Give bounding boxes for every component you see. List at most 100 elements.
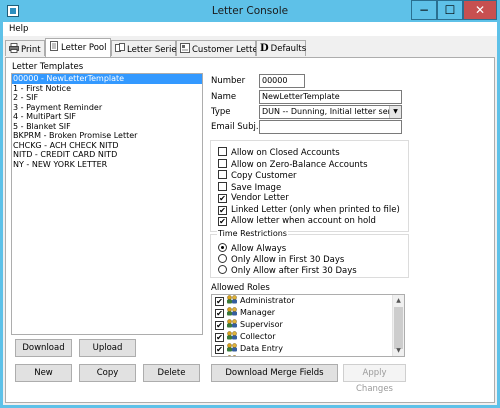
role-list-item[interactable]: ✔ Supervisor xyxy=(212,319,404,331)
name-field[interactable]: NewLetterTemplate xyxy=(259,90,402,104)
option-label: Copy Customer xyxy=(231,171,297,181)
role-users-icon xyxy=(226,343,238,352)
radio-first-30-days[interactable]: Only Allow in First 30 Days xyxy=(218,254,345,265)
template-list-item[interactable]: CHCKG - ACH CHECK NITD xyxy=(12,141,202,151)
tab-customer-letters[interactable]: Customer Letters xyxy=(176,40,266,56)
tab-defaults[interactable]: D Defaults xyxy=(256,40,306,56)
option-checkbox-row[interactable]: Save Image xyxy=(218,181,282,193)
letter-pool-panel: Letter Templates 00000 - NewLetterTempla… xyxy=(5,57,495,403)
option-label: Linked Letter (only when printed to file… xyxy=(231,204,400,215)
printer-icon xyxy=(9,43,19,53)
checkbox[interactable]: ✔ xyxy=(218,217,227,226)
template-list-item[interactable]: NITD - CREDIT CARD NITD xyxy=(12,150,202,160)
option-checkbox-row[interactable]: Allow on Zero-Balance Accounts xyxy=(218,158,368,170)
role-list-item[interactable]: ✔ Data Entry xyxy=(212,343,404,355)
option-checkbox-row[interactable]: ✔ Linked Letter (only when printed to fil… xyxy=(218,205,400,215)
role-users-icon xyxy=(226,355,238,356)
download-merge-fields-button[interactable]: Download Merge Fields xyxy=(211,364,338,382)
template-list-item[interactable]: 2 - SIF xyxy=(12,93,202,103)
letter-templates-list[interactable]: 00000 - NewLetterTemplate 1 - First Notic… xyxy=(11,73,203,335)
checkbox[interactable]: ✔ xyxy=(218,194,227,203)
customer-letters-icon xyxy=(180,43,190,53)
role-list-item[interactable]: ✔ Collector xyxy=(212,331,404,343)
tab-print[interactable]: Print xyxy=(5,40,45,56)
radio-after-30-days-label: Only Allow after First 30 Days xyxy=(231,266,357,276)
template-list-item[interactable]: 00000 - NewLetterTemplate xyxy=(12,74,202,84)
radio-allow-always-indicator[interactable] xyxy=(218,243,227,252)
option-label: Vendor Letter xyxy=(231,193,289,203)
email-subject-field[interactable] xyxy=(259,120,402,134)
title-bar[interactable]: Letter Console − ☐ ✕ xyxy=(0,0,500,22)
menu-help[interactable]: Help xyxy=(9,24,28,34)
options-group: Allow on Closed Accounts Allow on Zero-Ba… xyxy=(210,140,409,232)
tab-letter-pool-label: Letter Pool xyxy=(61,43,107,53)
allowed-roles-list[interactable]: ✔ Administrator ✔ Manager ✔ Supervisor ✔ Collec… xyxy=(211,294,405,357)
tab-strip: Print Letter Pool Letter Series Customer… xyxy=(5,38,495,57)
template-list-item[interactable]: 3 - Payment Reminder xyxy=(12,103,202,113)
close-button[interactable]: ✕ xyxy=(463,0,497,20)
checkbox[interactable] xyxy=(218,170,227,179)
template-list-item[interactable]: BKPRM - Broken Promise Letter xyxy=(12,131,202,141)
chevron-down-icon[interactable]: ▼ xyxy=(389,106,401,118)
role-checkbox[interactable]: ✔ xyxy=(215,309,224,318)
minimize-button[interactable]: − xyxy=(411,0,437,20)
role-users-icon xyxy=(226,307,238,316)
checkbox[interactable] xyxy=(218,181,227,191)
role-label: Clerical xyxy=(240,356,270,357)
option-checkbox-row[interactable]: Allow on Closed Accounts xyxy=(218,147,340,158)
role-list-item[interactable]: ✔ Manager xyxy=(212,307,404,319)
role-label: Data Entry xyxy=(240,344,283,353)
roles-items: ✔ Administrator ✔ Manager ✔ Supervisor ✔ Collec… xyxy=(212,295,404,357)
number-field[interactable]: 00000 xyxy=(259,74,305,88)
role-users-icon xyxy=(226,331,238,340)
template-list-item[interactable]: NY - NEW YORK LETTER xyxy=(12,160,202,170)
option-checkbox-row[interactable]: Copy Customer xyxy=(218,170,297,181)
maximize-button[interactable]: ☐ xyxy=(437,0,463,20)
radio-allow-always[interactable]: Allow Always xyxy=(218,243,287,254)
letter-templates-label: Letter Templates xyxy=(12,62,84,72)
tab-letter-series[interactable]: Letter Series xyxy=(111,40,181,56)
template-list-item[interactable]: 4 - MultiPart SIF xyxy=(12,112,202,122)
checkbox[interactable] xyxy=(218,147,227,156)
apply-changes-button[interactable]: Apply Changes xyxy=(343,364,406,394)
radio-after-30-days[interactable]: Only Allow after First 30 Days xyxy=(218,265,357,276)
checkbox[interactable] xyxy=(218,158,227,168)
type-label: Type xyxy=(211,107,231,117)
option-label: Allow on Zero-Balance Accounts xyxy=(231,159,368,170)
roles-scrollbar[interactable]: ▲ ▼ xyxy=(392,295,404,356)
radio-after-30-days-indicator[interactable] xyxy=(218,265,227,274)
new-button[interactable]: New xyxy=(15,364,72,382)
role-label: Collector xyxy=(240,332,276,341)
radio-first-30-days-label: Only Allow in First 30 Days xyxy=(231,255,345,265)
role-users-icon xyxy=(226,319,238,328)
letter-console-window: Letter Console − ☐ ✕ Help Print Letter P… xyxy=(0,0,500,408)
role-checkbox[interactable]: ✔ xyxy=(215,321,224,330)
copy-button[interactable]: Copy xyxy=(79,364,136,382)
checkbox[interactable]: ✔ xyxy=(218,205,227,215)
tab-letter-pool[interactable]: Letter Pool xyxy=(45,38,111,57)
role-checkbox[interactable]: ✔ xyxy=(215,333,224,342)
role-list-item[interactable]: ✔ Administrator xyxy=(212,295,404,307)
type-select[interactable]: DUN -- Dunning, Initial letter sent to t… xyxy=(259,105,402,119)
scroll-up-icon[interactable]: ▲ xyxy=(393,295,404,306)
option-checkbox-row[interactable]: ✔ Allow letter when account on hold xyxy=(218,216,376,226)
option-checkbox-row[interactable]: ✔ Vendor Letter xyxy=(218,193,289,203)
template-list-item[interactable]: 5 - Blanket SIF xyxy=(12,122,202,132)
delete-button[interactable]: Delete xyxy=(143,364,200,382)
tab-letter-series-label: Letter Series xyxy=(127,45,182,55)
radio-first-30-days-indicator[interactable] xyxy=(218,254,227,263)
role-checkbox[interactable]: ✔ xyxy=(215,345,224,354)
role-label: Supervisor xyxy=(240,320,283,329)
radio-allow-always-label: Allow Always xyxy=(231,244,287,254)
role-list-item[interactable]: ✔Clerical xyxy=(212,355,404,357)
scroll-down-icon[interactable]: ▼ xyxy=(393,345,404,356)
scroll-thumb[interactable] xyxy=(394,307,403,349)
role-checkbox[interactable]: ✔ xyxy=(215,297,224,306)
option-label: Save Image xyxy=(231,182,282,193)
upload-button[interactable]: Upload xyxy=(79,339,136,357)
defaults-d-icon: D xyxy=(260,43,269,54)
type-select-value: DUN -- Dunning, Initial letter sent to t… xyxy=(262,107,401,116)
tab-print-label: Print xyxy=(21,45,41,55)
download-button[interactable]: Download xyxy=(15,339,72,357)
template-list-item[interactable]: 1 - First Notice xyxy=(12,84,202,94)
